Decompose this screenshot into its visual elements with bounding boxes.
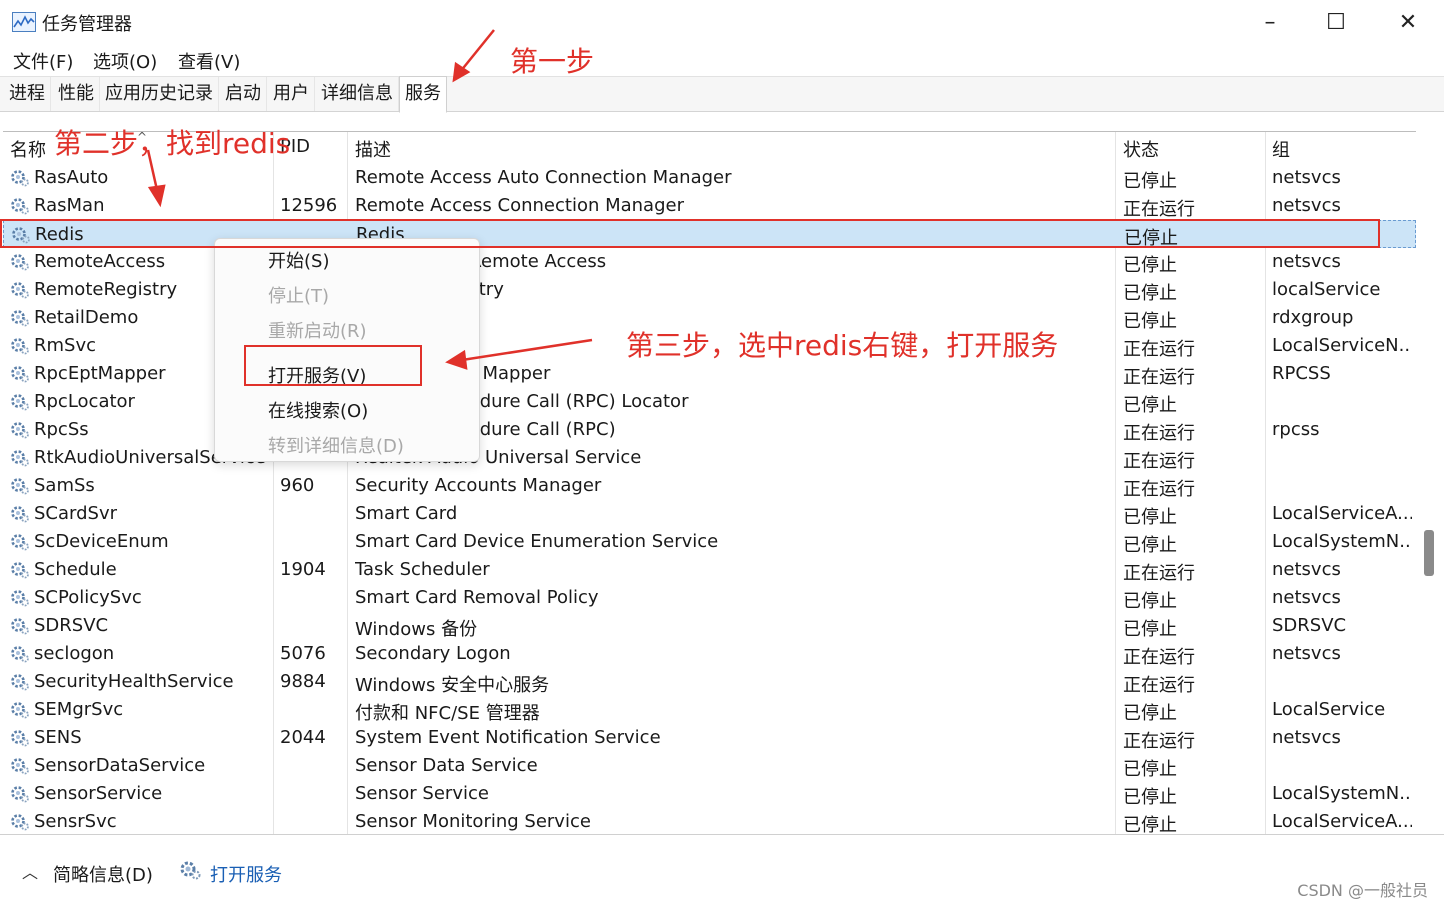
annotation-arrows bbox=[146, 29, 593, 370]
watermark: CSDN @一般社员 bbox=[1297, 881, 1428, 900]
